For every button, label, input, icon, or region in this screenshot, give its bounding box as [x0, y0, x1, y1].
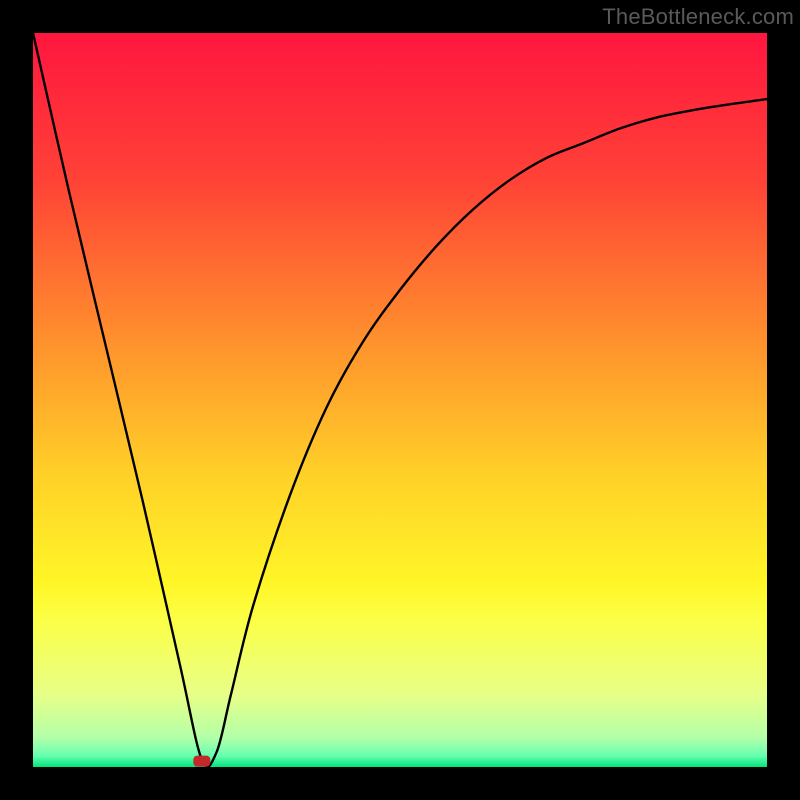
optimal-point-marker — [193, 756, 210, 767]
attribution-label: TheBottleneck.com — [602, 4, 794, 30]
chart-frame: TheBottleneck.com — [0, 0, 800, 800]
chart-svg — [33, 33, 767, 767]
plot-area — [33, 33, 767, 767]
gradient-background — [33, 33, 767, 767]
